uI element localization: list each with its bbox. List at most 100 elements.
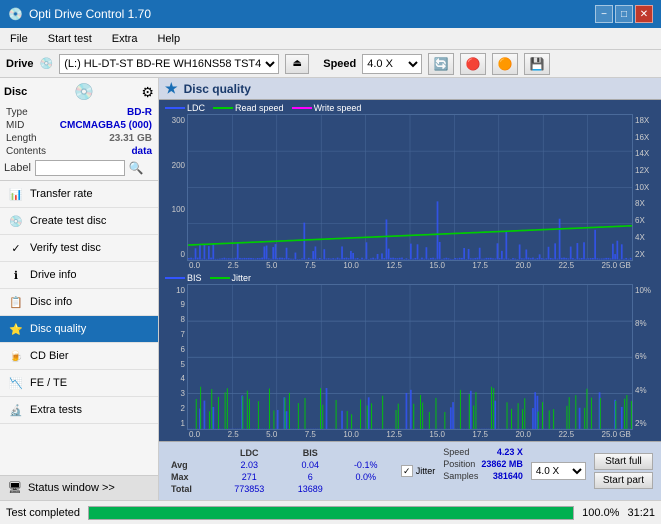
ldc-legend-color bbox=[165, 107, 185, 109]
menu-help[interactable]: Help bbox=[151, 31, 186, 47]
menu-extra[interactable]: Extra bbox=[106, 31, 144, 47]
bis-legend-label: BIS bbox=[187, 273, 202, 283]
sidebar-item-fe-te[interactable]: 📉 FE / TE bbox=[0, 370, 158, 397]
jitter-checkbox-section: ✓ Jitter bbox=[397, 445, 440, 497]
cd-bier-label: CD Bier bbox=[30, 350, 69, 362]
chart2-y-10: 10 bbox=[161, 286, 185, 295]
chart1-yr-4x: 4X bbox=[635, 233, 659, 242]
stats-panel: LDC BIS Avg 2.03 0.04 -0.1% bbox=[159, 441, 661, 500]
chart2-y-1: 1 bbox=[161, 419, 185, 428]
chart2-y-2: 2 bbox=[161, 404, 185, 413]
stats-avg-row: Avg 2.03 0.04 -0.1% bbox=[167, 459, 393, 471]
disc-panel-icon: 💿 bbox=[74, 82, 94, 102]
start-buttons: Start full Start part bbox=[590, 445, 657, 497]
sidebar-item-extra-tests[interactable]: 🔬 Extra tests bbox=[0, 397, 158, 424]
chart1-yr-16x: 16X bbox=[635, 133, 659, 142]
close-button[interactable]: ✕ bbox=[635, 5, 653, 23]
position-row: Position 23862 MB bbox=[443, 459, 523, 469]
chart1-yr-8x: 8X bbox=[635, 199, 659, 208]
stats-col-empty bbox=[167, 447, 217, 459]
ldc-legend-label: LDC bbox=[187, 103, 205, 113]
transfer-rate-icon: 📊 bbox=[8, 186, 24, 202]
refresh-button[interactable]: 🔄 bbox=[428, 53, 454, 75]
chart2-x-200: 20.0 bbox=[515, 430, 531, 439]
menu-start-test[interactable]: Start test bbox=[42, 31, 98, 47]
sidebar-item-verify-test-disc[interactable]: ✓ Verify test disc bbox=[0, 235, 158, 262]
maximize-button[interactable]: □ bbox=[615, 5, 633, 23]
drive-disc-icon: 💿 bbox=[40, 57, 54, 70]
chart1-yr-2x: 2X bbox=[635, 250, 659, 259]
chart2-y-9: 9 bbox=[161, 300, 185, 309]
jitter-checkbox[interactable]: ✓ bbox=[401, 465, 413, 477]
chart2-x-175: 17.5 bbox=[472, 430, 488, 439]
chart2-y-right: 10% 8% 6% 4% 2% bbox=[633, 284, 659, 431]
disc-length-row: Length 23.31 GB bbox=[4, 132, 154, 145]
status-time: 31:21 bbox=[627, 507, 655, 519]
bis-legend: BIS bbox=[165, 273, 202, 283]
minimize-button[interactable]: − bbox=[595, 5, 613, 23]
position-section: Speed 4.23 X Position 23862 MB Samples 3… bbox=[439, 445, 527, 497]
sidebar-item-disc-info[interactable]: 📋 Disc info bbox=[0, 289, 158, 316]
sidebar-item-drive-info[interactable]: ℹ Drive info bbox=[0, 262, 158, 289]
jitter-legend: Jitter bbox=[210, 273, 252, 283]
menu-bar: File Start test Extra Help bbox=[0, 28, 661, 50]
chart2-x-75: 7.5 bbox=[305, 430, 316, 439]
chart1-y-left: 300 200 100 0 bbox=[161, 114, 187, 261]
extra-tests-label: Extra tests bbox=[30, 404, 82, 416]
avg-jitter: -0.1% bbox=[339, 459, 393, 471]
chart2-x-225: 22.5 bbox=[558, 430, 574, 439]
disc-contents-row: Contents data bbox=[4, 145, 154, 158]
chart1-y-100: 100 bbox=[161, 205, 185, 214]
jitter-checkmark: ✓ bbox=[403, 466, 411, 477]
stats-max-row: Max 271 6 0.0% bbox=[167, 471, 393, 483]
sidebar: Disc 💿 ⚙ Type BD-R MID CMCMAGBA5 (000) L… bbox=[0, 78, 159, 500]
disc-contents-value: data bbox=[131, 146, 152, 157]
sidebar-item-cd-bier[interactable]: 🍺 CD Bier bbox=[0, 343, 158, 370]
disc-panel: Disc 💿 ⚙ Type BD-R MID CMCMAGBA5 (000) L… bbox=[0, 78, 158, 181]
drive-label: Drive bbox=[6, 58, 34, 70]
cd-bier-icon: 🍺 bbox=[8, 348, 24, 364]
status-window-label: Status window >> bbox=[28, 482, 115, 494]
speed-select[interactable]: 4.0 X bbox=[362, 54, 422, 74]
ldc-legend: LDC bbox=[165, 103, 205, 113]
speed-label-stats: Speed bbox=[443, 447, 469, 457]
start-part-button[interactable]: Start part bbox=[594, 472, 653, 489]
sidebar-item-create-test-disc[interactable]: 💿 Create test disc bbox=[0, 208, 158, 235]
samples-label: Samples bbox=[443, 471, 478, 481]
jitter-checkbox-label: Jitter bbox=[416, 466, 436, 476]
save-button[interactable]: 💾 bbox=[524, 53, 550, 75]
disc-type-value: BD-R bbox=[127, 107, 152, 118]
burn-button[interactable]: 🟠 bbox=[492, 53, 518, 75]
disc-label-input[interactable] bbox=[35, 160, 125, 176]
sidebar-item-transfer-rate[interactable]: 📊 Transfer rate bbox=[0, 181, 158, 208]
label-search-icon[interactable]: 🔍 bbox=[129, 161, 144, 175]
avg-ldc: 2.03 bbox=[217, 459, 282, 471]
disc-info-label: Disc info bbox=[30, 296, 72, 308]
disc-quality-header: ★ Disc quality bbox=[159, 78, 661, 100]
status-text: Test completed bbox=[6, 507, 80, 519]
sidebar-item-disc-quality[interactable]: ⭐ Disc quality bbox=[0, 316, 158, 343]
chart2-svg bbox=[188, 285, 632, 430]
chart2-x-250: 25.0 GB bbox=[602, 430, 631, 439]
disc-label-label: Label bbox=[4, 162, 31, 174]
drive-select[interactable]: (L:) HL-DT-ST BD-RE WH16NS58 TST4 bbox=[59, 54, 279, 74]
chart1-y-200: 200 bbox=[161, 161, 185, 170]
disc-label-row: Label 🔍 bbox=[4, 160, 154, 176]
status-window-icon: 🖥 bbox=[8, 481, 22, 494]
total-ldc: 773853 bbox=[217, 483, 282, 495]
start-full-button[interactable]: Start full bbox=[594, 453, 653, 470]
stats-total-row: Total 773853 13689 bbox=[167, 483, 393, 495]
disc-contents-label: Contents bbox=[6, 146, 46, 157]
chart2-y-5: 5 bbox=[161, 360, 185, 369]
menu-file[interactable]: File bbox=[4, 31, 34, 47]
status-window-button[interactable]: 🖥 Status window >> bbox=[0, 475, 158, 500]
speed-row: Speed 4.23 X bbox=[443, 447, 523, 457]
stats-speed-select[interactable]: 4.0 X bbox=[531, 462, 586, 480]
record-button[interactable]: 🔴 bbox=[460, 53, 486, 75]
eject-button[interactable]: ⏏ bbox=[285, 54, 309, 74]
drive-bar: Drive 💿 (L:) HL-DT-ST BD-RE WH16NS58 TST… bbox=[0, 50, 661, 78]
total-jitter bbox=[339, 483, 393, 495]
chart2-x-axis: 0.0 2.5 5.0 7.5 10.0 12.5 15.0 17.5 20.0… bbox=[161, 430, 659, 439]
chart2-yr-6p: 6% bbox=[635, 352, 659, 361]
chart2-x-100: 10.0 bbox=[343, 430, 359, 439]
